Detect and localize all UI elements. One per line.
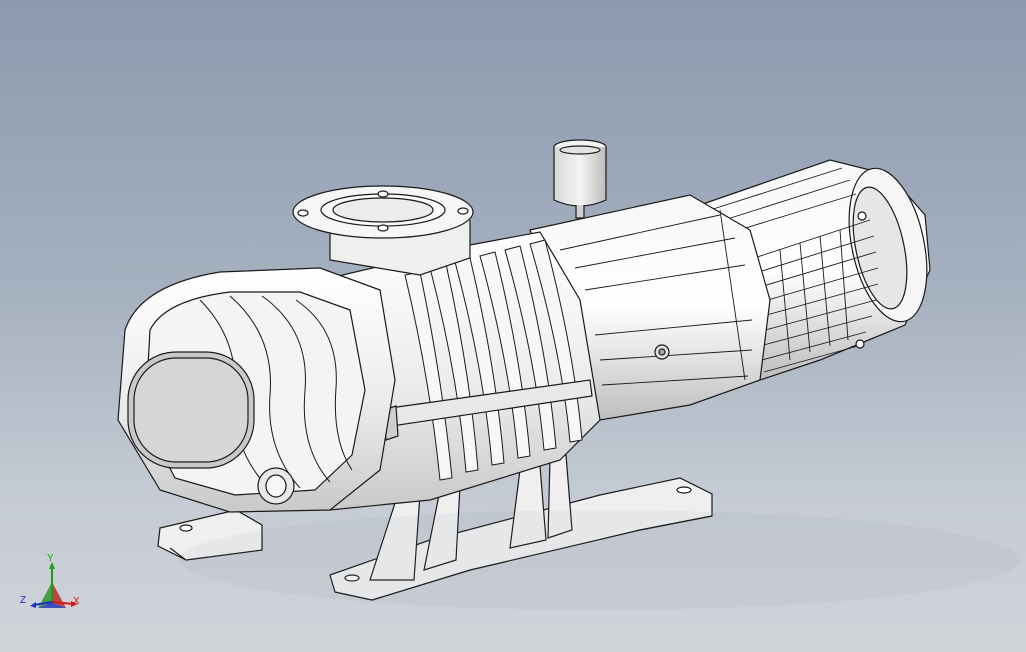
triad-x-label: X [73,596,80,607]
coordinate-triad: Y Z X [18,552,88,616]
pump-model[interactable] [0,0,1026,652]
end-cover [117,267,396,513]
floor-shadow [180,510,1020,610]
triad-y-label: Y [47,553,54,564]
oil-cup [553,139,607,219]
graphics-viewport[interactable]: Y Z X [0,0,1026,652]
inlet-flange [292,185,474,276]
triad-z-label: Z [20,595,27,606]
